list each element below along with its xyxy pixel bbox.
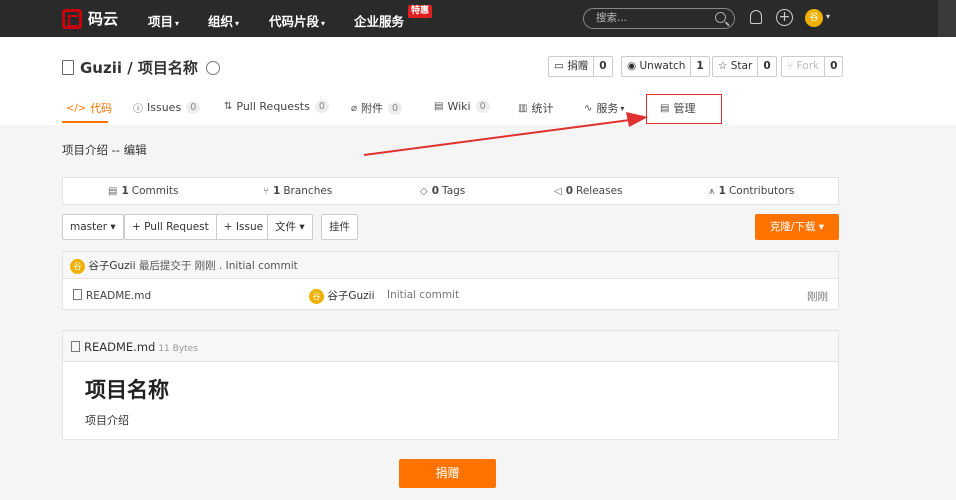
file-name: README.md	[86, 290, 152, 302]
file-browser: 谷 谷子Guzii 最后提交于 刚刚 . Initial commit READ…	[62, 251, 839, 310]
stat-tags[interactable]: ◇ 0 Tags	[420, 185, 465, 197]
stat-contributors[interactable]: ⩚ 1 Contributors	[709, 185, 794, 197]
edit-description-link[interactable]: 编辑	[124, 143, 147, 157]
file-author-name: 谷子Guzii	[327, 290, 375, 302]
tags-count: 0	[431, 185, 440, 197]
releases-label: Releases	[576, 185, 623, 197]
commits-label: Commits	[131, 185, 179, 197]
create-button-group: + Pull Request + Issue	[124, 214, 272, 240]
stat-branches[interactable]: ⑂ 1 Branches	[263, 185, 332, 197]
readme-size: 11 Bytes	[158, 344, 198, 354]
tags-label: Tags	[442, 185, 466, 197]
contributors-count: 1	[718, 185, 726, 197]
tag-icon: ◇	[420, 185, 428, 197]
file-icon	[71, 341, 80, 352]
file-link[interactable]: README.md	[73, 289, 151, 302]
avatar: 谷	[309, 288, 324, 304]
contributors-icon: ⩚	[709, 185, 715, 197]
donate-button[interactable]: 捐赠	[399, 459, 496, 488]
commit-author[interactable]: 谷子Guzii	[88, 260, 135, 272]
readme-heading: 项目名称	[85, 378, 169, 402]
readme-filename[interactable]: README.md	[84, 340, 155, 354]
branch-icon: ⑂	[263, 185, 269, 197]
stat-releases[interactable]: ◁ 0 Releases	[554, 185, 623, 197]
readme-header: README.md 11 Bytes	[63, 331, 838, 362]
commit-message[interactable]: 最后提交于 刚刚 . Initial commit	[139, 260, 298, 272]
file-commit-message[interactable]: Initial commit	[387, 289, 459, 301]
new-pull-request-button[interactable]: + Pull Request	[125, 215, 216, 239]
readme-body: 项目介绍	[85, 414, 129, 427]
description-separator: --	[108, 143, 124, 157]
readme-panel: README.md 11 Bytes 项目名称 项目介绍	[62, 330, 839, 440]
description-text: 项目介绍	[62, 143, 108, 157]
stat-commits[interactable]: ▤ 1 Commits	[108, 185, 178, 197]
release-icon: ◁	[554, 185, 562, 197]
table-row[interactable]: README.md 谷 谷子Guzii Initial commit 刚刚	[63, 280, 838, 310]
releases-count: 0	[565, 185, 574, 197]
file-commit-author[interactable]: 谷 谷子Guzii	[309, 288, 374, 304]
new-issue-button[interactable]: + Issue	[215, 215, 270, 239]
commits-count: 1	[121, 185, 129, 197]
branches-label: Branches	[283, 185, 333, 197]
widget-button[interactable]: 挂件	[321, 214, 358, 240]
repo-stats-bar: ▤ 1 Commits ⑂ 1 Branches ◇ 0 Tags ◁ 0 Releases ⩚…	[62, 177, 839, 205]
avatar[interactable]: 谷	[70, 258, 85, 274]
repo-description: 项目介绍 -- 编辑	[62, 142, 147, 158]
clone-download-button[interactable]: 克隆/下载 ▾	[755, 214, 839, 240]
file-menu-button[interactable]: 文件 ▾	[267, 214, 313, 240]
branch-select[interactable]: master ▾	[62, 214, 124, 240]
latest-commit-bar: 谷 谷子Guzii 最后提交于 刚刚 . Initial commit	[63, 252, 838, 279]
file-commit-time: 刚刚	[807, 291, 828, 303]
commit-icon: ▤	[108, 185, 118, 197]
branches-count: 1	[273, 185, 281, 197]
contributors-label: Contributors	[728, 185, 795, 197]
file-icon	[73, 289, 82, 300]
